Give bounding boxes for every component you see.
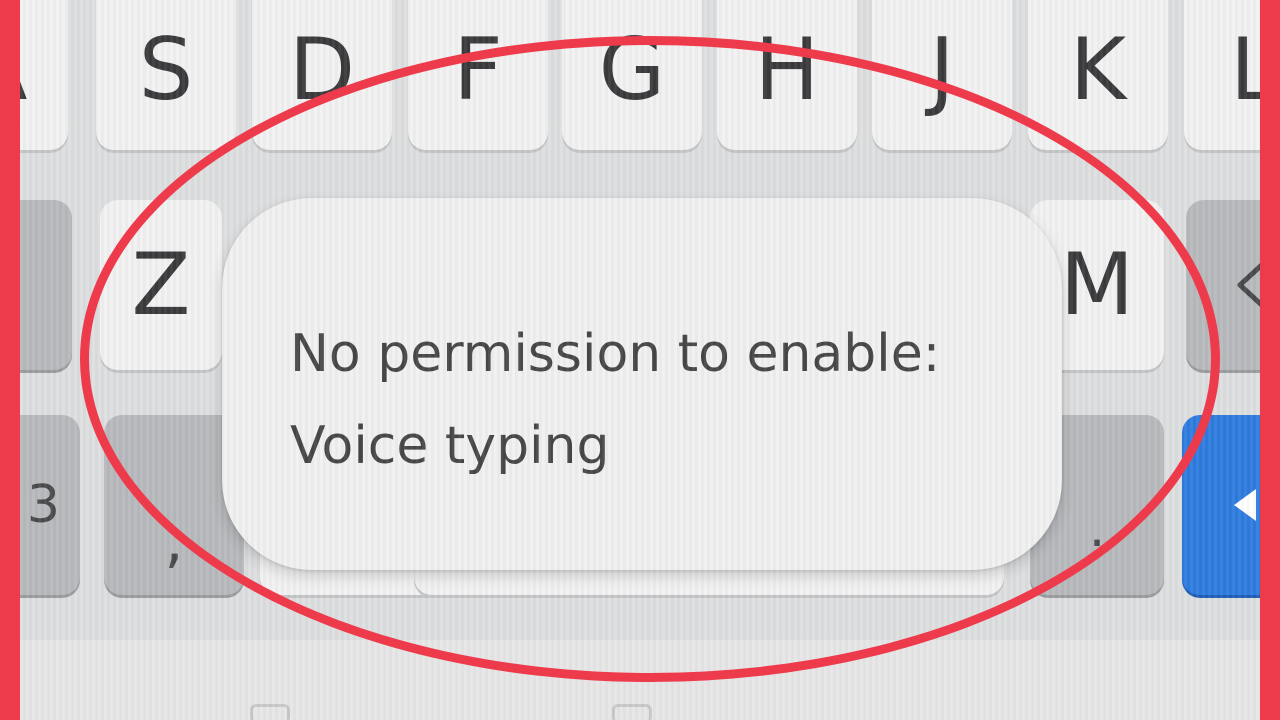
- key-label: G: [598, 20, 666, 120]
- key-label: .: [1088, 499, 1106, 559]
- key-label: Z: [131, 235, 191, 335]
- toast-message: No permission to enable: Voice typing: [222, 198, 1062, 570]
- toast-text-line-2: Voice typing: [290, 416, 610, 476]
- backspace-key[interactable]: [1186, 200, 1260, 370]
- nav-home-icon: [612, 704, 652, 720]
- key-g[interactable]: G: [562, 0, 702, 150]
- key-h[interactable]: H: [717, 0, 857, 150]
- enter-arrow-icon: [1234, 489, 1256, 521]
- nav-back-icon: [250, 704, 290, 720]
- key-label: F: [453, 20, 503, 120]
- key-label: ,: [164, 506, 184, 576]
- shift-key[interactable]: [20, 200, 72, 370]
- key-label: 3: [26, 475, 60, 535]
- key-label: K: [1069, 20, 1127, 120]
- key-d[interactable]: D: [252, 0, 392, 150]
- key-l[interactable]: L: [1184, 0, 1260, 150]
- key-label: J: [929, 20, 955, 120]
- red-frame-right: [1260, 0, 1280, 720]
- symbols-key[interactable]: 3: [20, 415, 80, 595]
- red-frame-left: [0, 0, 20, 720]
- key-label: D: [288, 20, 356, 120]
- key-label: H: [754, 20, 820, 120]
- key-f[interactable]: F: [408, 0, 548, 150]
- key-label: S: [138, 20, 194, 120]
- key-a[interactable]: A: [20, 0, 68, 150]
- key-z[interactable]: Z: [100, 200, 222, 370]
- enter-key[interactable]: [1182, 415, 1260, 595]
- key-k[interactable]: K: [1028, 0, 1168, 150]
- backspace-icon: [1237, 263, 1260, 307]
- toast-text-line-1: No permission to enable:: [290, 324, 941, 384]
- key-label: A: [20, 27, 27, 113]
- key-j[interactable]: J: [872, 0, 1012, 150]
- key-label: L: [1230, 20, 1260, 120]
- key-s[interactable]: S: [96, 0, 236, 150]
- key-label: M: [1059, 235, 1135, 335]
